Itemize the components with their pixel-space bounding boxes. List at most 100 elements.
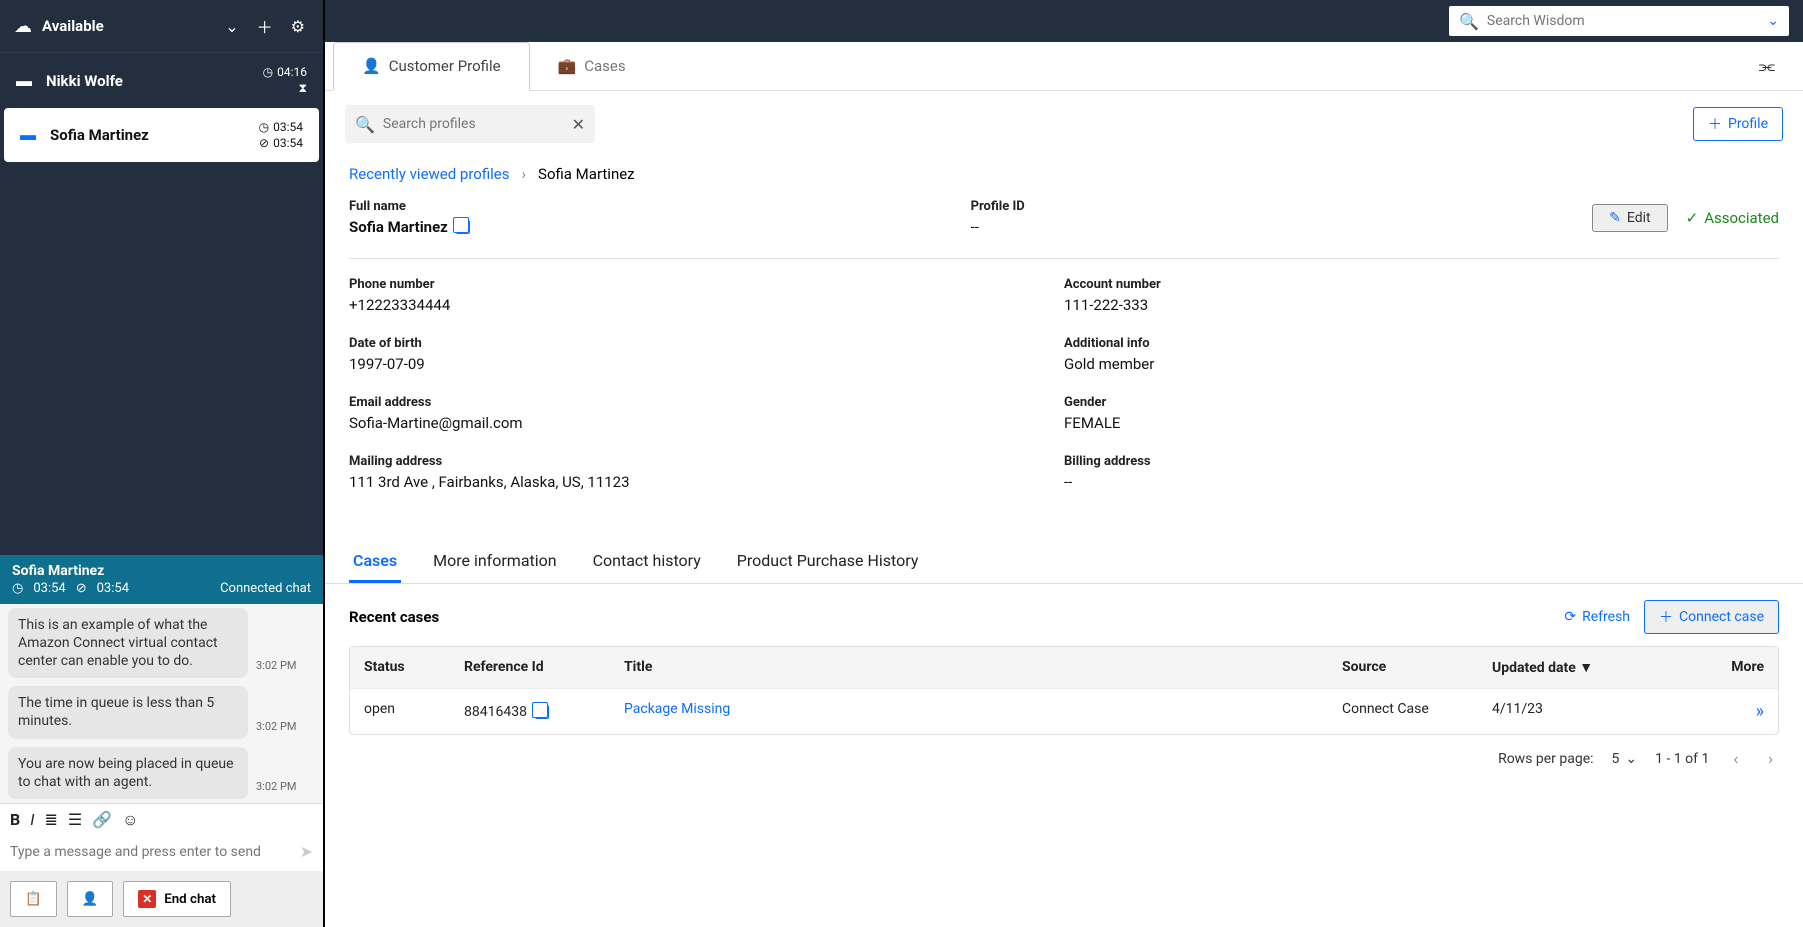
add-contact-icon[interactable]: ＋ [253, 10, 277, 42]
col-status[interactable]: Status [350, 647, 450, 688]
contact-time-1: 03:54 [273, 120, 303, 134]
session-name: Sofia Martinez [12, 563, 311, 579]
topbar: 🔍 ⌄ [325, 0, 1803, 42]
profileid-value: -- [971, 218, 1593, 236]
bold-icon[interactable]: B [10, 810, 20, 830]
edit-button[interactable]: ✎Edit [1592, 204, 1667, 232]
cell-date: 4/11/23 [1478, 689, 1698, 734]
subtab-purchase-history[interactable]: Product Purchase History [733, 541, 923, 583]
email-value: Sofia-Martine@gmail.com [349, 414, 1064, 432]
chat-time: 3:02 PM [256, 780, 296, 799]
email-label: Email address [349, 395, 1064, 410]
cases-table: Status Reference Id Title Source Updated… [349, 646, 1779, 735]
contact-item[interactable]: ▬ Nikki Wolfe ◷04:16 ⧗ [0, 53, 323, 108]
link-icon[interactable]: 🔗 [92, 810, 112, 830]
settings-icon[interactable]: ⚙ [287, 13, 309, 40]
chat-message: The time in queue is less than 5 minutes… [8, 686, 248, 738]
fullname-label: Full name [349, 199, 971, 214]
cell-title[interactable]: Package Missing [610, 689, 1328, 734]
main-tabs: 👤Customer Profile 💼Cases ⫘ [325, 42, 1803, 91]
message-input[interactable] [10, 844, 300, 860]
wisdom-search[interactable]: 🔍 ⌄ [1449, 6, 1789, 36]
session-banner: Sofia Martinez ◷03:54 ⊘03:54 Connected c… [0, 555, 323, 604]
clear-icon[interactable]: ✕ [572, 115, 585, 134]
rows-per-page-select[interactable]: 5⌄ [1612, 751, 1638, 767]
recent-cases-title: Recent cases [349, 608, 439, 626]
contact-card-button[interactable]: 👤 [67, 881, 114, 917]
sub-tabs: Cases More information Contact history P… [325, 533, 1803, 584]
copy-icon[interactable] [535, 705, 549, 719]
subtab-cases[interactable]: Cases [349, 541, 401, 583]
chat-message: You are now being placed in queue to cha… [8, 747, 248, 799]
briefcase-icon: 💼 [558, 57, 577, 75]
tab-cases[interactable]: 💼Cases [530, 43, 654, 89]
profileid-label: Profile ID [971, 199, 1593, 214]
subtab-more-info[interactable]: More information [429, 541, 560, 583]
share-icon[interactable]: ⫘ [1739, 56, 1795, 77]
dob-value: 1997-07-09 [349, 355, 1064, 373]
search-icon: 🔍 [355, 115, 375, 134]
check-icon: ⊘ [259, 136, 269, 150]
end-chat-button[interactable]: ✕End chat [123, 881, 231, 917]
search-icon: 🔍 [1459, 12, 1479, 31]
session-status: Connected chat [220, 581, 311, 596]
pagination: Rows per page: 5⌄ 1 - 1 of 1 ‹ › [325, 735, 1803, 782]
add-profile-button[interactable]: ＋Profile [1693, 107, 1783, 141]
addl-value: Gold member [1064, 355, 1779, 373]
plus-icon: ＋ [1659, 607, 1673, 627]
cell-status: open [350, 689, 450, 734]
cell-reference: 88416438 [450, 689, 610, 734]
send-icon[interactable]: ➤ [300, 842, 313, 861]
breadcrumb-link[interactable]: Recently viewed profiles [349, 165, 510, 183]
col-more: More [1698, 647, 1778, 688]
profile-toolbar: 🔍 ✕ ＋Profile [325, 91, 1803, 157]
table-row[interactable]: open 88416438 Package Missing Connect Ca… [350, 688, 1778, 734]
prev-page-icon[interactable]: ‹ [1727, 749, 1744, 768]
main: 🔍 ⌄ 👤Customer Profile 💼Cases ⫘ 🔍 ✕ ＋Prof… [325, 0, 1803, 927]
expand-icon[interactable]: » [1756, 701, 1764, 722]
chevron-down-icon: ⌄ [1625, 751, 1637, 767]
wisdom-search-input[interactable] [1487, 13, 1759, 29]
refresh-label: Refresh [1582, 609, 1630, 625]
chevron-down-icon[interactable]: ⌄ [1767, 13, 1779, 29]
agent-status[interactable]: Available [42, 17, 211, 35]
next-page-icon[interactable]: › [1762, 749, 1779, 768]
col-reference[interactable]: Reference Id [450, 647, 610, 688]
col-title[interactable]: Title [610, 647, 1328, 688]
italic-icon[interactable]: I [30, 810, 34, 830]
contact-times: ◷03:54 ⊘03:54 [259, 120, 303, 150]
col-updated-date[interactable]: Updated date ▼ [1478, 647, 1698, 688]
subtab-contact-history[interactable]: Contact history [589, 541, 705, 583]
profile-search[interactable]: 🔍 ✕ [345, 105, 595, 143]
cases-header: Recent cases ⟳ Refresh ＋ Connect case [325, 584, 1803, 642]
sort-icon: ▼ [1579, 660, 1593, 676]
profile-search-input[interactable] [383, 116, 564, 132]
breadcrumb: Recently viewed profiles › Sofia Martine… [325, 157, 1803, 199]
refresh-icon: ⟳ [1564, 609, 1576, 625]
addl-label: Additional info [1064, 336, 1779, 351]
chat-actions: 📋 👤 ✕End chat [0, 871, 323, 927]
refresh-button[interactable]: ⟳ Refresh [1564, 609, 1630, 625]
phone-label: Phone number [349, 277, 1064, 292]
person-icon: 👤 [362, 57, 381, 75]
unordered-list-icon[interactable]: ☰ [68, 810, 82, 830]
status-chevron-icon[interactable]: ⌄ [221, 13, 242, 40]
associated-badge: ✓Associated [1686, 209, 1779, 227]
chat-time: 3:02 PM [256, 659, 296, 678]
ordered-list-icon[interactable]: ≣ [44, 810, 57, 830]
chat-transcript: This is an example of what the Amazon Co… [0, 604, 323, 803]
connect-case-label: Connect case [1679, 609, 1764, 625]
rows-per-page-label: Rows per page: [1498, 751, 1593, 767]
contact-name: Sofia Martinez [50, 126, 245, 144]
col-source[interactable]: Source [1328, 647, 1478, 688]
tab-customer-profile[interactable]: 👤Customer Profile [333, 42, 530, 91]
contact-item-active[interactable]: ▬ Sofia Martinez ◷03:54 ⊘03:54 [4, 108, 319, 162]
sidebar-header: ☁ Available ⌄ ＋ ⚙ [0, 0, 323, 53]
clipboard-button[interactable]: 📋 [10, 881, 57, 917]
copy-icon[interactable] [456, 220, 470, 234]
emoji-icon[interactable]: ☺ [122, 810, 138, 830]
associated-label: Associated [1704, 209, 1779, 227]
contact-time-1: 04:16 [277, 65, 307, 79]
contact-times: ◷04:16 ⧗ [263, 65, 307, 96]
connect-case-button[interactable]: ＋ Connect case [1644, 600, 1779, 634]
